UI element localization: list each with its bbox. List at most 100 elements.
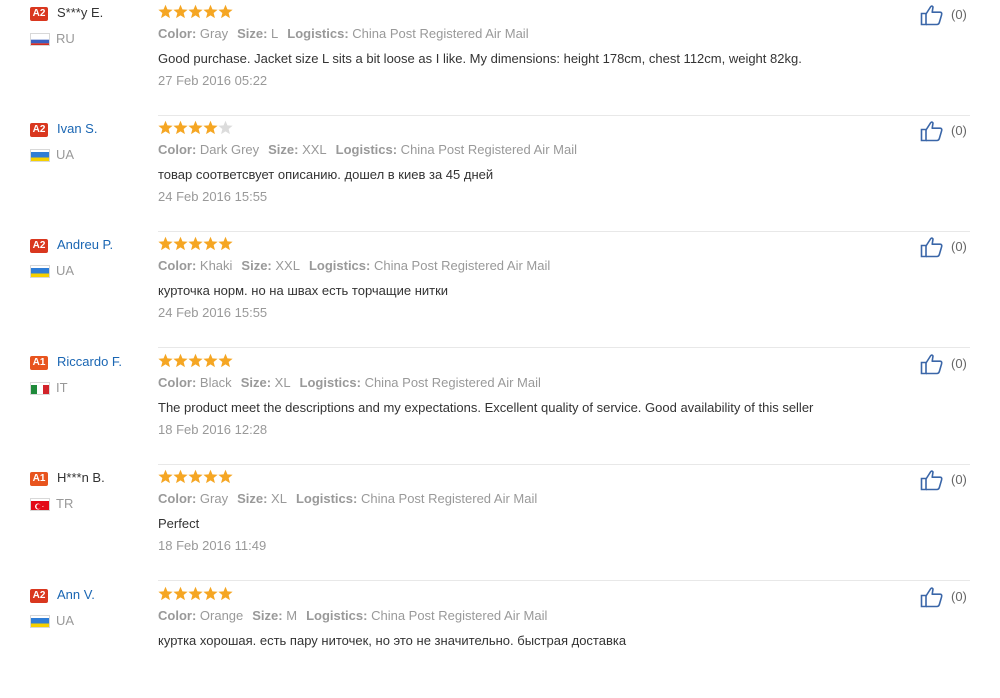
star-icon [173, 4, 188, 19]
level-badge: A2 [30, 239, 48, 253]
color-label: Color: [158, 26, 197, 41]
star-icon [188, 4, 203, 19]
thumbs-up-icon[interactable] [920, 236, 944, 258]
size-value: XXL [271, 258, 300, 273]
color-value: Orange [196, 608, 244, 623]
reviewer-name: S***y E. [57, 5, 104, 20]
size-value: XL [271, 375, 291, 390]
like-button[interactable]: (0) [920, 353, 967, 375]
like-button[interactable]: (0) [920, 236, 967, 258]
review-item: A2 Ann V. UA Color: Orange Size: M Logistics:… [0, 582, 1000, 698]
logistics-value: China Post Registered Air Mail [348, 26, 529, 41]
star-icon [173, 469, 188, 484]
size-label: Size: [268, 142, 299, 157]
review-item: A2 Ivan S. UA Color: Dark Grey Size: XXL Logi… [0, 116, 1000, 232]
thumbs-up-icon[interactable] [920, 469, 944, 491]
star-rating [158, 586, 233, 602]
star-icon [173, 586, 188, 601]
star-icon [218, 236, 233, 251]
star-icon [218, 4, 233, 19]
review-text: Good purchase. Jacket size L sits a bit … [158, 51, 802, 66]
size-value: XXL [298, 142, 327, 157]
star-icon [203, 4, 218, 19]
star-icon [158, 120, 173, 135]
order-attributes: Color: Black Size: XL Logistics: China Pos… [158, 374, 550, 392]
order-attributes: Color: Gray Size: L Logistics: China Post … [158, 25, 538, 43]
size-value: XL [267, 491, 287, 506]
color-value: Black [196, 375, 232, 390]
reviewer-name: H***n B. [57, 470, 105, 485]
color-value: Dark Grey [196, 142, 260, 157]
like-count: (0) [951, 239, 967, 254]
logistics-label: Logistics: [287, 26, 349, 41]
divider [158, 347, 970, 348]
like-count: (0) [951, 123, 967, 138]
logistics-value: China Post Registered Air Mail [370, 258, 551, 273]
order-attributes: Color: Gray Size: XL Logistics: China Post… [158, 490, 546, 508]
country-code: TR [56, 496, 74, 511]
star-icon [173, 236, 188, 251]
review-date: 24 Feb 2016 15:55 [158, 305, 268, 320]
thumbs-up-icon[interactable] [920, 120, 944, 142]
country-code: UA [56, 263, 75, 278]
level-badge: A1 [30, 356, 48, 370]
like-count: (0) [951, 7, 967, 22]
star-icon [218, 469, 233, 484]
review-item: A1 Riccardo F. IT Color: Black Size: XL Logis… [0, 349, 1000, 465]
level-badge: A1 [30, 472, 48, 486]
thumbs-up-icon[interactable] [920, 4, 944, 26]
color-value: Gray [196, 491, 229, 506]
color-label: Color: [158, 258, 197, 273]
review-date: 18 Feb 2016 12:28 [158, 422, 268, 437]
country-flag-icon [30, 382, 50, 395]
review-date: 18 Feb 2016 11:49 [158, 538, 267, 553]
star-icon [158, 4, 173, 19]
thumbs-up-icon[interactable] [920, 586, 944, 608]
star-rating [158, 236, 233, 252]
star-icon [173, 353, 188, 368]
like-button[interactable]: (0) [920, 120, 967, 142]
size-label: Size: [252, 608, 283, 623]
like-button[interactable]: (0) [920, 469, 967, 491]
star-icon [158, 469, 173, 484]
country-code: IT [56, 380, 68, 395]
star-rating [158, 4, 233, 20]
logistics-value: China Post Registered Air Mail [397, 142, 577, 157]
like-button[interactable]: (0) [920, 4, 967, 26]
level-badge: A2 [30, 7, 48, 21]
country-flag-icon [30, 33, 50, 46]
star-icon [188, 236, 203, 251]
star-icon [173, 120, 188, 135]
country-flag-icon [30, 615, 50, 628]
star-icon [188, 469, 203, 484]
thumbs-up-icon[interactable] [920, 353, 944, 375]
color-label: Color: [158, 375, 197, 390]
star-icon [203, 469, 218, 484]
like-count: (0) [951, 472, 967, 487]
reviewer-name: Riccardo F. [57, 354, 123, 369]
color-label: Color: [158, 608, 197, 623]
order-attributes: Color: Dark Grey Size: XXL Logistics: Chin… [158, 141, 586, 159]
reviewer-name: Andreu P. [57, 237, 114, 252]
review-text: The product meet the descriptions and my… [158, 400, 814, 415]
divider [158, 580, 970, 581]
color-value: Khaki [196, 258, 233, 273]
country-code: RU [56, 31, 75, 46]
like-button[interactable]: (0) [920, 586, 967, 608]
star-icon [203, 353, 218, 368]
country-code: UA [56, 613, 75, 628]
review-date: 24 Feb 2016 15:55 [158, 189, 268, 204]
star-rating [158, 353, 233, 369]
logistics-value: China Post Registered Air Mail [367, 608, 548, 623]
like-count: (0) [951, 589, 967, 604]
size-label: Size: [237, 491, 268, 506]
star-icon [218, 120, 233, 135]
review-text: курточка норм. но на швах есть торчащие … [158, 283, 449, 298]
logistics-label: Logistics: [306, 608, 368, 623]
color-label: Color: [158, 142, 197, 157]
country-flag-icon [30, 149, 50, 162]
star-icon [218, 586, 233, 601]
review-text: куртка хорошая. есть пару ниточек, но эт… [158, 633, 627, 648]
review-date: 27 Feb 2016 05:22 [158, 73, 268, 88]
star-icon [188, 586, 203, 601]
